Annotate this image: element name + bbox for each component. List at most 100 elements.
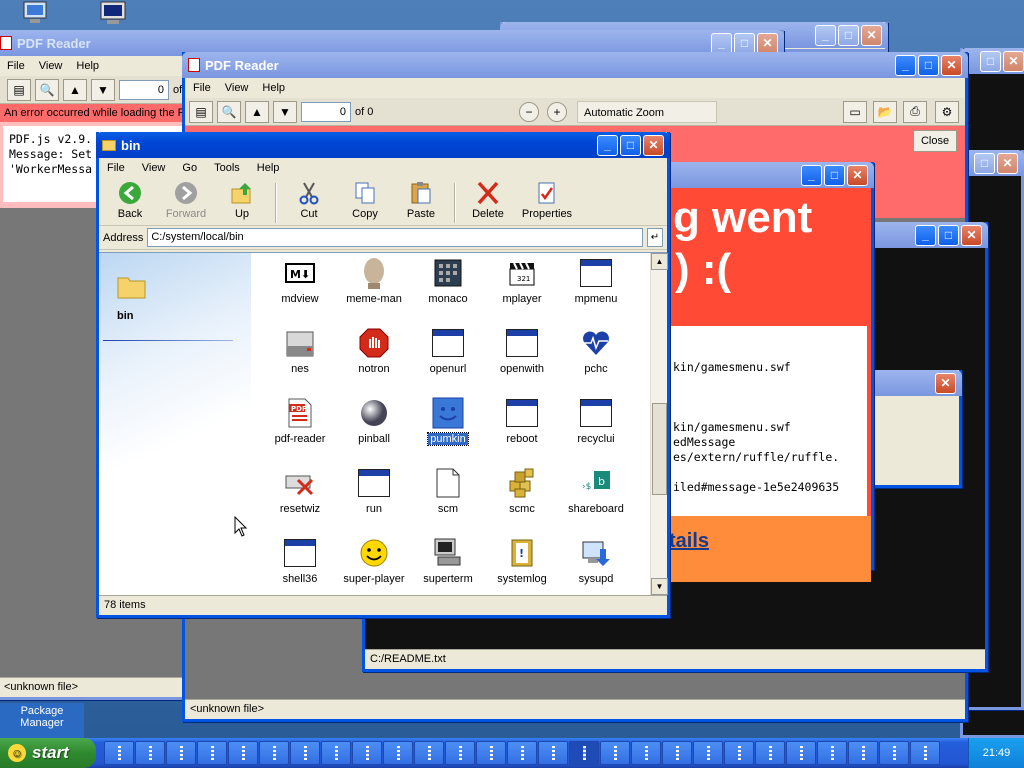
previous-page-icon[interactable]: ▲ bbox=[245, 100, 269, 123]
file-item-recyclui[interactable]: recyclui bbox=[559, 397, 633, 445]
taskbar-button[interactable] bbox=[259, 741, 289, 765]
menu-file[interactable]: File bbox=[7, 60, 25, 72]
file-item-pdf-reader[interactable]: PDF pdf-reader bbox=[263, 397, 337, 445]
close-icon[interactable]: ✕ bbox=[757, 32, 778, 54]
menu-help[interactable]: Help bbox=[76, 60, 99, 72]
go-arrow-icon[interactable]: ↵ bbox=[647, 228, 663, 247]
taskbar-button[interactable] bbox=[352, 741, 382, 765]
sidebar-toggle-icon[interactable]: ▤ bbox=[189, 100, 213, 123]
forward-button[interactable]: Forward bbox=[159, 180, 213, 220]
minimize-icon[interactable]: _ bbox=[895, 54, 916, 76]
taskbar-button[interactable] bbox=[507, 741, 537, 765]
up-button[interactable]: Up bbox=[215, 180, 269, 220]
sidebar-toggle-icon[interactable]: ▤ bbox=[7, 78, 31, 101]
delete-button[interactable]: Delete bbox=[461, 180, 515, 220]
maximize-icon[interactable]: □ bbox=[620, 134, 641, 156]
back-button[interactable]: Back bbox=[103, 180, 157, 220]
menu-view[interactable]: View bbox=[225, 82, 249, 94]
taskbar-button[interactable] bbox=[786, 741, 816, 765]
file-item-openwith[interactable]: openwith bbox=[485, 327, 559, 375]
minimize-icon[interactable]: _ bbox=[801, 164, 822, 186]
close-icon[interactable]: ✕ bbox=[847, 164, 868, 186]
taskbar-button[interactable] bbox=[600, 741, 630, 765]
minimize-icon[interactable]: _ bbox=[711, 32, 732, 54]
vertical-scrollbar[interactable]: ▲ ▼ bbox=[650, 253, 668, 595]
taskbar-button[interactable] bbox=[693, 741, 723, 765]
zoom-out-icon[interactable]: − bbox=[519, 101, 539, 122]
zoom-in-icon[interactable]: + bbox=[547, 101, 567, 122]
package-manager-shortcut[interactable]: Package Manager bbox=[0, 703, 84, 738]
taskbar-button[interactable] bbox=[662, 741, 692, 765]
menu-help[interactable]: Help bbox=[262, 82, 285, 94]
minimize-icon[interactable]: _ bbox=[815, 24, 836, 46]
page-number-input[interactable]: 0 bbox=[119, 79, 169, 100]
menu-file[interactable]: File bbox=[107, 162, 125, 174]
file-item-reboot[interactable]: reboot bbox=[485, 397, 559, 445]
taskbar-button[interactable] bbox=[848, 741, 878, 765]
file-item-openurl[interactable]: openurl bbox=[411, 327, 485, 375]
menu-file[interactable]: File bbox=[193, 82, 211, 94]
file-item-scm[interactable]: scm bbox=[411, 467, 485, 515]
file-item-nes[interactable]: nes bbox=[263, 327, 337, 375]
file-item-monaco[interactable]: monaco bbox=[411, 257, 485, 305]
page-number-input[interactable]: 0 bbox=[301, 101, 351, 122]
taskbar-button[interactable] bbox=[445, 741, 475, 765]
minimize-icon[interactable]: _ bbox=[597, 134, 618, 156]
taskbar-button[interactable] bbox=[166, 741, 196, 765]
close-button[interactable]: Close bbox=[913, 130, 957, 152]
maximize-icon[interactable]: □ bbox=[838, 24, 859, 46]
close-icon[interactable]: ✕ bbox=[961, 224, 982, 246]
menu-help[interactable]: Help bbox=[257, 162, 280, 174]
menu-view[interactable]: View bbox=[142, 162, 166, 174]
taskbar-button[interactable] bbox=[879, 741, 909, 765]
next-page-icon[interactable]: ▼ bbox=[273, 100, 297, 123]
file-item-mdview[interactable]: M⬇ mdview bbox=[263, 257, 337, 305]
taskbar-button[interactable] bbox=[135, 741, 165, 765]
file-item-super-player[interactable]: super-player bbox=[337, 537, 411, 585]
taskbar-button[interactable] bbox=[755, 741, 785, 765]
file-item-resetwiz[interactable]: resetwiz bbox=[263, 467, 337, 515]
taskbar-button[interactable] bbox=[569, 741, 599, 765]
print-icon[interactable]: ⎙ bbox=[903, 100, 927, 123]
address-input[interactable]: C:/system/local/bin bbox=[147, 228, 643, 247]
file-item-pinball[interactable]: pinball bbox=[337, 397, 411, 445]
menu-tools[interactable]: Tools bbox=[214, 162, 240, 174]
paste-button[interactable]: Paste bbox=[394, 180, 448, 220]
taskbar-button[interactable] bbox=[383, 741, 413, 765]
taskbar-button[interactable] bbox=[104, 741, 134, 765]
file-item-run[interactable]: run bbox=[337, 467, 411, 515]
file-item-systemlog[interactable]: ! systemlog bbox=[485, 537, 559, 585]
file-item-mplayer[interactable]: 321 mplayer bbox=[485, 257, 559, 305]
file-item-mpmenu[interactable]: mpmenu bbox=[559, 257, 633, 305]
find-icon[interactable]: 🔍 bbox=[35, 78, 59, 101]
properties-button[interactable]: Properties bbox=[517, 180, 577, 220]
close-icon[interactable]: ✕ bbox=[643, 134, 664, 156]
maximize-icon[interactable]: □ bbox=[734, 32, 755, 54]
close-icon[interactable]: ✕ bbox=[861, 24, 882, 46]
maximize-icon[interactable]: □ bbox=[824, 164, 845, 186]
show-details-link[interactable]: tails bbox=[669, 530, 709, 553]
menu-go[interactable]: Go bbox=[182, 162, 197, 174]
tools-icon[interactable]: ⚙ bbox=[935, 100, 959, 123]
taskbar-button[interactable] bbox=[321, 741, 351, 765]
taskbar-button[interactable] bbox=[910, 741, 940, 765]
presentation-icon[interactable]: ▭ bbox=[843, 100, 867, 123]
file-item-scmc[interactable]: scmc bbox=[485, 467, 559, 515]
taskbar-button[interactable] bbox=[631, 741, 661, 765]
copy-button[interactable]: Copy bbox=[338, 180, 392, 220]
file-item-notron[interactable]: notron bbox=[337, 327, 411, 375]
taskbar-button[interactable] bbox=[414, 741, 444, 765]
close-icon[interactable]: ✕ bbox=[997, 152, 1018, 174]
maximize-icon[interactable]: □ bbox=[938, 224, 959, 246]
previous-page-icon[interactable]: ▲ bbox=[63, 78, 87, 101]
maximize-icon[interactable]: □ bbox=[980, 50, 1001, 72]
file-item-pchc[interactable]: pchc bbox=[559, 327, 633, 375]
taskbar-button[interactable] bbox=[724, 741, 754, 765]
next-page-icon[interactable]: ▼ bbox=[91, 78, 115, 101]
taskbar-button[interactable] bbox=[538, 741, 568, 765]
monitor-desktop-icon[interactable] bbox=[98, 0, 130, 28]
computer-desktop-icon[interactable] bbox=[20, 0, 52, 28]
zoom-select[interactable]: Automatic Zoom bbox=[577, 100, 717, 123]
file-item-superterm[interactable]: superterm bbox=[411, 537, 485, 585]
maximize-icon[interactable]: □ bbox=[918, 54, 939, 76]
